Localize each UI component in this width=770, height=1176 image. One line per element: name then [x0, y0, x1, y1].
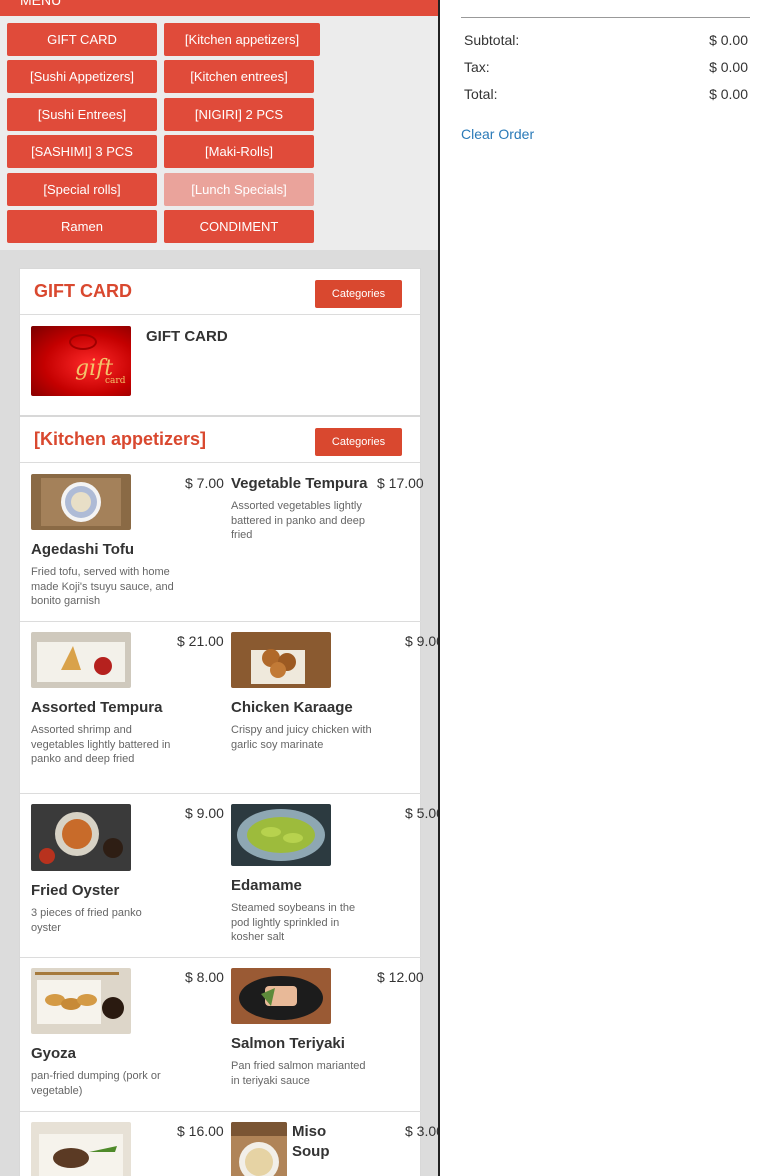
menu-item-agedashi-tofu[interactable]: $ 7.00 Agedashi Tofu Fried tofu, served … — [20, 463, 224, 621]
tax-value: $ 0.00 — [709, 59, 748, 75]
item-description: Steamed soybeans in the pod lightly spri… — [231, 902, 356, 943]
section-title: GIFT CARD — [34, 281, 132, 301]
item-price: $ 5.00 — [405, 805, 438, 821]
item-name: Edamame — [231, 877, 302, 894]
item-price: $ 3.00 — [405, 1123, 438, 1139]
item-name: Fried Oyster — [31, 882, 120, 899]
tax-label: Tax: — [464, 59, 490, 75]
category-button-nigiri[interactable]: [NIGIRI] 2 PCS — [164, 98, 314, 131]
item-image — [31, 804, 131, 871]
item-name: Agedashi Tofu — [31, 541, 135, 558]
gift-card-image: gift card — [31, 326, 131, 396]
category-button-condiment[interactable]: CONDIMENT — [164, 210, 314, 243]
item-image — [31, 474, 131, 530]
category-button-ramen[interactable]: Ramen — [7, 210, 157, 243]
item-image — [31, 968, 131, 1034]
category-button-sashimi[interactable]: [SASHIMI] 3 PCS — [7, 135, 157, 168]
item-description: Pan fried salmon marianted in teriyaki s… — [231, 1060, 366, 1087]
item-description: Assorted vegetables lightly battered in … — [231, 500, 365, 541]
menu-header: MENU — [0, 0, 438, 16]
categories-button[interactable]: Categories — [315, 280, 402, 308]
menu-item-vegetable-tempura[interactable]: $ 17.00 Vegetable Tempura Assorted veget… — [220, 463, 424, 621]
item-price: $ 17.00 — [377, 475, 424, 491]
menu-item-salmon-teriyaki[interactable]: $ 12.00 Salmon Teriyaki Pan fried salmon… — [220, 957, 424, 1111]
subtotal-value: $ 0.00 — [709, 32, 748, 48]
item-description: Fried tofu, served with home made Koji's… — [31, 566, 174, 607]
category-buttons: GIFT CARD [Kitchen appetizers] [Sushi Ap… — [0, 16, 438, 250]
menu-panel: MENU GIFT CARD [Kitchen appetizers] [Sus… — [0, 0, 440, 1176]
menu-item-fried-oyster[interactable]: $ 9.00 Fried Oyster 3 pieces of fried pa… — [20, 793, 224, 957]
item-image — [231, 1122, 287, 1176]
item-name: Salmon Teriyaki — [231, 1035, 345, 1052]
category-button-kitchen-appetizers[interactable]: [Kitchen appetizers] — [164, 23, 320, 56]
section-title: [Kitchen appetizers] — [34, 429, 207, 449]
item-image — [231, 804, 331, 866]
category-button-sushi-entrees[interactable]: [Sushi Entrees] — [7, 98, 157, 131]
menu-item-assorted-tempura[interactable]: $ 21.00 Assorted Tempura Assorted shrimp… — [20, 621, 224, 793]
item-price: $ 12.00 — [377, 969, 424, 985]
item-name: Assorted Tempura — [31, 699, 163, 716]
total-value: $ 0.00 — [709, 86, 748, 102]
category-button-special-rolls[interactable]: [Special rolls] — [7, 173, 157, 206]
category-button-gift-card[interactable]: GIFT CARD — [7, 23, 157, 56]
category-button-lunch-specials[interactable]: [Lunch Specials] — [164, 173, 314, 206]
kitchen-appetizers-section: [Kitchen appetizers] Categories $ 7.00 A… — [19, 416, 438, 1176]
item-image — [31, 632, 131, 688]
subtotal-label: Subtotal: — [464, 32, 520, 48]
category-button-sushi-appetizers[interactable]: [Sushi Appetizers] — [7, 60, 157, 93]
total-label: Total: — [464, 86, 498, 102]
gift-card-item[interactable]: gift card GIFT CARD — [20, 315, 420, 415]
item-description: Assorted shrimp and vegetables lightly b… — [31, 724, 171, 765]
menu-item-gyoza[interactable]: $ 8.00 Gyoza pan-fried dumping (pork or … — [20, 957, 224, 1111]
category-button-kitchen-entrees[interactable]: [Kitchen entrees] — [164, 60, 314, 93]
section-header: GIFT CARD Categories — [20, 269, 420, 315]
section-header: [Kitchen appetizers] Categories — [20, 417, 420, 463]
clear-order-link[interactable]: Clear Order — [461, 126, 534, 142]
item-name: Gyoza — [31, 1045, 77, 1062]
item-name: Miso Soup — [292, 1123, 330, 1160]
menu-item-chicken-karaage[interactable]: $ 9.00 Chicken Karaage Crispy and juicy … — [220, 621, 438, 793]
gift-card-section: GIFT CARD Categories gift card GIFT CARD — [19, 268, 421, 416]
item-name: Vegetable Tempura — [231, 475, 368, 492]
item-description: Crispy and juicy chicken with garlic soy… — [231, 724, 372, 751]
item-image — [231, 968, 331, 1024]
category-button-maki-rolls[interactable]: [Maki-Rolls] — [164, 135, 314, 168]
item-image — [31, 1122, 131, 1176]
divider — [461, 17, 750, 18]
menu-item-miso-soup[interactable]: Miso Soup $ 3.00 — [220, 1111, 438, 1176]
item-description: pan-fried dumping (pork or vegetable) — [31, 1070, 161, 1097]
item-name: Chicken Karaage — [231, 699, 353, 716]
item-price: $ 9.00 — [405, 633, 438, 649]
categories-button[interactable]: Categories — [315, 428, 402, 456]
item-image — [231, 632, 331, 688]
item-name: GIFT CARD — [146, 328, 228, 345]
item-description: 3 pieces of fried panko oyster — [31, 907, 142, 934]
order-panel: Subtotal: $ 0.00 Tax: $ 0.00 Total: $ 0.… — [442, 0, 770, 1176]
menu-item[interactable]: $ 16.00 — [20, 1111, 224, 1176]
menu-item-edamame[interactable]: $ 5.00 Edamame Steamed soybeans in the p… — [220, 793, 438, 957]
